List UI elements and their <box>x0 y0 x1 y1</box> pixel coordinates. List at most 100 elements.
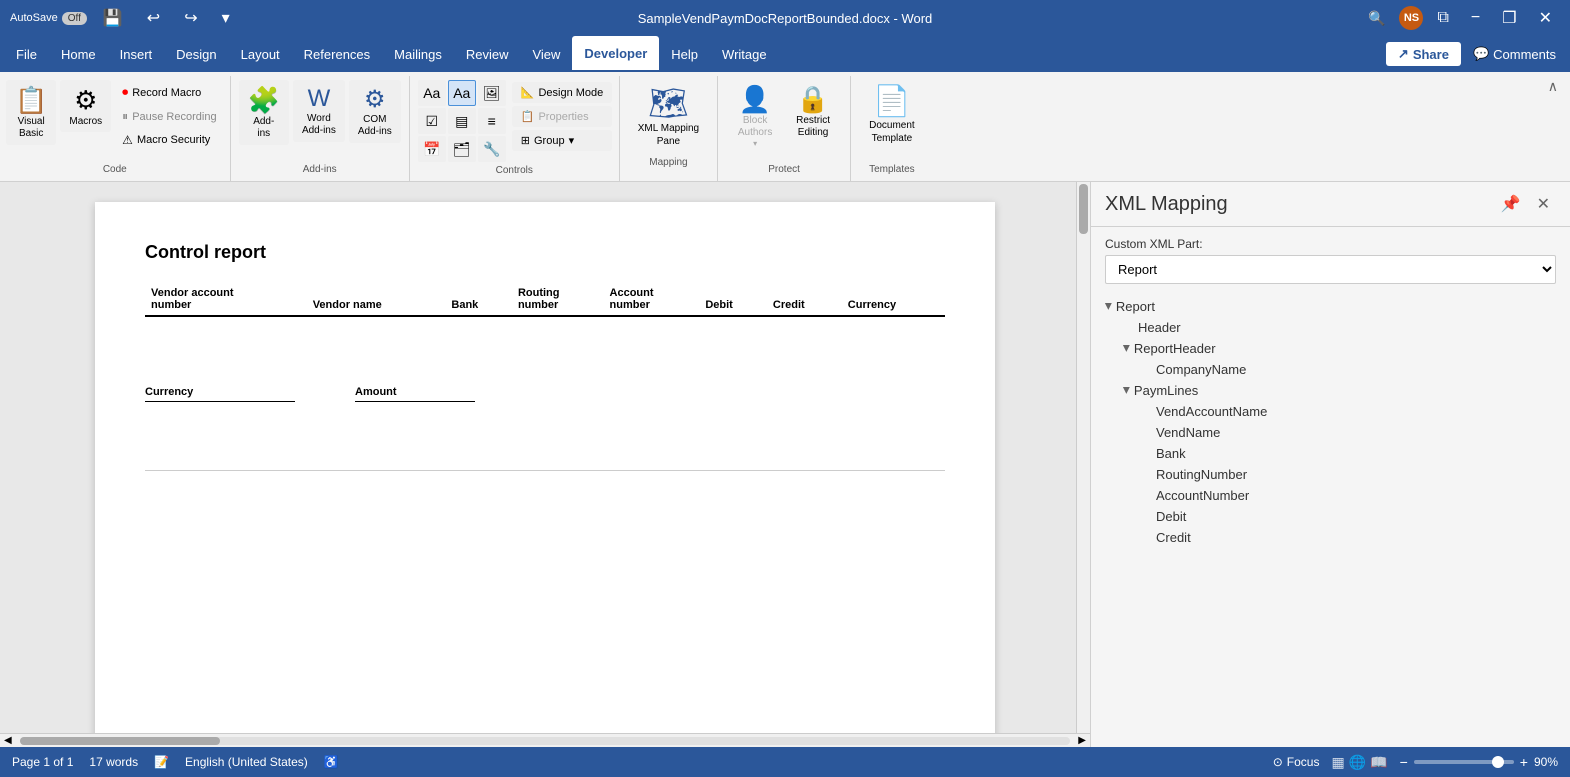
com-icon: ⚙ <box>364 85 386 114</box>
minimize-button[interactable]: − <box>1463 7 1488 29</box>
macro-security-button[interactable]: ⚠ Macro Security <box>115 130 223 150</box>
document-template-button[interactable]: 📄 DocumentTemplate <box>861 80 923 159</box>
addins-group-label: Add-ins <box>239 159 401 179</box>
zoom-slider[interactable] <box>1414 760 1514 764</box>
record-macro-button[interactable]: ⏺ Record Macro <box>115 82 223 103</box>
tree-expand-icon: ▶ <box>1103 303 1114 310</box>
block-authors-button[interactable]: 👤 BlockAuthors ▾ <box>728 80 782 152</box>
menu-item-help[interactable]: Help <box>659 36 710 72</box>
tree-item[interactable]: Bank <box>1105 443 1556 464</box>
tree-item[interactable]: AccountNumber <box>1105 485 1556 506</box>
record-macro-icon: ⏺ <box>122 85 128 100</box>
restrict-editing-icon: 🔒 <box>797 84 829 115</box>
legacy-tools-button[interactable]: 🔧 <box>478 136 506 162</box>
design-mode-button[interactable]: 📐 Design Mode <box>512 82 613 103</box>
tree-item[interactable]: Header <box>1105 317 1556 338</box>
menu-item-view[interactable]: View <box>520 36 572 72</box>
close-button[interactable]: ✕ <box>1531 6 1560 30</box>
tree-item[interactable]: ▶Report <box>1105 296 1556 317</box>
addins-button[interactable]: 🧩 Add-ins <box>239 80 289 145</box>
xml-part-select[interactable]: Report <box>1105 255 1556 284</box>
menu-item-design[interactable]: Design <box>164 36 228 72</box>
scroll-left-button[interactable]: ◀ <box>0 735 16 746</box>
xml-mapping-label: XML MappingPane <box>638 122 699 148</box>
xml-part-select-wrapper[interactable]: Report <box>1105 255 1556 284</box>
tree-item[interactable]: CompanyName <box>1105 359 1556 380</box>
word-count: 17 words <box>89 755 138 769</box>
tree-item[interactable]: VendName <box>1105 422 1556 443</box>
currency-label: Currency <box>145 386 295 402</box>
zoom-out-button[interactable]: − <box>1400 754 1408 770</box>
maximize-button[interactable]: ❐ <box>1494 6 1524 30</box>
page-indicator: Page 1 of 1 <box>12 755 73 769</box>
xml-mapping-button[interactable]: 🗺 XML MappingPane <box>630 80 707 152</box>
tree-item-label: PaymLines <box>1134 383 1198 398</box>
col-bank: Bank <box>445 283 512 316</box>
picture-control-button[interactable]: 🖼 <box>478 80 506 106</box>
xml-panel-close-button[interactable]: ✕ <box>1531 192 1556 216</box>
zoom-in-button[interactable]: + <box>1520 754 1528 770</box>
title-bar-left: AutoSave Off 💾 ↩ ↪ ▾ <box>10 6 238 30</box>
quick-access-button[interactable]: ▾ <box>214 6 238 30</box>
checkbox-control-button[interactable]: ☑ <box>418 108 446 134</box>
redo-button[interactable]: ↪ <box>176 6 205 30</box>
title-bar: AutoSave Off 💾 ↩ ↪ ▾ SampleVendPaymDocRe… <box>0 0 1570 36</box>
h-scroll-track[interactable] <box>20 737 1071 745</box>
user-avatar[interactable]: NS <box>1399 6 1423 30</box>
menu-item-home[interactable]: Home <box>49 36 108 72</box>
section2: Currency Amount <box>145 386 945 402</box>
document-scroll[interactable]: Control report Vendor accountnumber Vend… <box>0 182 1090 747</box>
com-addins-button[interactable]: ⚙ COMAdd-ins <box>349 80 401 143</box>
ribbon-collapse-button[interactable]: ∧ <box>1542 76 1564 97</box>
controls-grid: Aa Aa 🖼 ☑ ▤ ≡ 📅 🗂 🔧 <box>418 80 506 162</box>
pause-recording-button[interactable]: ⏸ Pause Recording <box>115 106 223 127</box>
horizontal-scrollbar[interactable]: ◀ ▶ <box>0 733 1090 747</box>
macros-button[interactable]: ⚙ Macros <box>60 80 111 132</box>
tree-item[interactable]: Debit <box>1105 506 1556 527</box>
vertical-scrollbar[interactable] <box>1076 182 1090 747</box>
scroll-right-button[interactable]: ▶ <box>1074 735 1090 746</box>
block-authors-label: BlockAuthors <box>738 115 772 139</box>
addins-group: 🧩 Add-ins W WordAdd-ins ⚙ COMAdd-ins Add… <box>231 76 410 181</box>
scrollbar-thumb[interactable] <box>1079 184 1088 234</box>
focus-button[interactable]: ⊙ Focus <box>1273 755 1320 769</box>
group-button[interactable]: ⊞ Group ▾ <box>512 130 613 151</box>
tree-item[interactable]: RoutingNumber <box>1105 464 1556 485</box>
menu-item-mailings[interactable]: Mailings <box>382 36 454 72</box>
tree-item[interactable]: ▶PaymLines <box>1105 380 1556 401</box>
save-button[interactable]: 💾 <box>95 6 131 30</box>
visual-basic-button[interactable]: 📋 VisualBasic <box>6 80 56 145</box>
tree-item[interactable]: ▶ReportHeader <box>1105 338 1556 359</box>
menu-item-developer[interactable]: Developer <box>572 36 659 72</box>
restore-down-button[interactable]: ⧉ <box>1429 7 1456 29</box>
tree-item[interactable]: VendAccountName <box>1105 401 1556 422</box>
date-picker-button[interactable]: 📅 <box>418 136 446 162</box>
print-layout-button[interactable]: ▦ <box>1331 754 1344 771</box>
tree-item[interactable]: Credit <box>1105 527 1556 548</box>
list-control-button[interactable]: ≡ <box>478 108 506 134</box>
word-icon: W <box>308 85 331 113</box>
text-control-button[interactable]: Aa <box>418 80 446 106</box>
combo-box-button[interactable]: ▤ <box>448 108 476 134</box>
word-addins-button[interactable]: W WordAdd-ins <box>293 80 345 142</box>
restrict-editing-button[interactable]: 🔒 RestrictEditing <box>786 80 840 143</box>
search-button[interactable]: 🔍 <box>1360 6 1393 31</box>
menu-item-insert[interactable]: Insert <box>108 36 165 72</box>
menu-item-file[interactable]: File <box>4 36 49 72</box>
xml-panel-pin-button[interactable]: 📌 <box>1495 192 1527 216</box>
menu-item-writage[interactable]: Writage <box>710 36 779 72</box>
tree-item-label: Header <box>1138 320 1181 335</box>
controls-content: Aa Aa 🖼 ☑ ▤ ≡ 📅 🗂 🔧 📐 Design Mode <box>418 80 611 162</box>
language-indicator: English (United States) <box>185 755 308 769</box>
share-button[interactable]: ↗ Share <box>1386 42 1461 66</box>
autosave-toggle[interactable]: AutoSave Off <box>10 12 87 25</box>
menu-item-review[interactable]: Review <box>454 36 521 72</box>
undo-button[interactable]: ↩ <box>139 6 168 30</box>
menu-item-layout[interactable]: Layout <box>229 36 292 72</box>
building-block-button[interactable]: 🗂 <box>448 136 476 162</box>
menu-item-references[interactable]: References <box>292 36 382 72</box>
text-control2-button[interactable]: Aa <box>448 80 476 106</box>
web-layout-button[interactable]: 🌐 <box>1349 754 1366 771</box>
read-mode-button[interactable]: 📖 <box>1370 754 1387 771</box>
comments-button[interactable]: 💬 Comments <box>1463 42 1566 66</box>
